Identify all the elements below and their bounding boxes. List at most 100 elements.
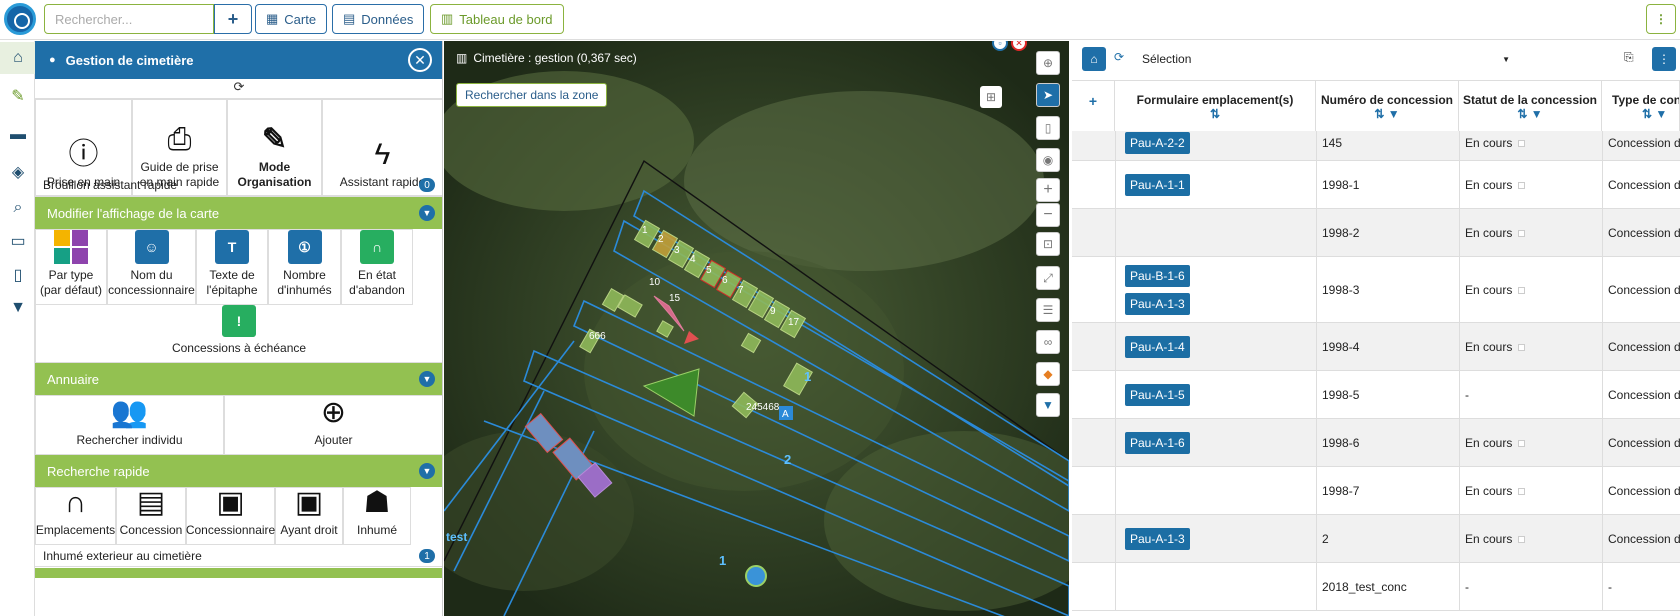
emplacement-tag[interactable]: Pau-B-1-6: [1125, 265, 1190, 287]
status-checkbox[interactable]: [1518, 230, 1525, 237]
inhume-button[interactable]: ☗ Inhumé: [343, 487, 411, 545]
emplacement-tag[interactable]: Pau-A-2-2: [1125, 132, 1190, 154]
print-icon[interactable]: ▭: [8, 231, 28, 251]
map-view[interactable]: 1 2 3 4 5 6 7 9 17 10 15 666 245468 A 1 …: [444, 41, 1069, 616]
list-icon[interactable]: ☰: [1036, 298, 1060, 322]
nombre-inhumes-button[interactable]: ① Nombre d'inhumés: [268, 229, 341, 305]
fullscreen-icon[interactable]: ⤢: [1036, 266, 1060, 290]
pointer-icon[interactable]: ➤: [1036, 83, 1060, 107]
search-input[interactable]: [44, 4, 214, 34]
cell-type: Concession de famil: [1608, 226, 1680, 240]
locate-icon[interactable]: ⊕: [1036, 51, 1060, 75]
section-annuaire-header[interactable]: Annuaire ▼: [35, 363, 442, 395]
cell-numero: 1998-6: [1322, 436, 1360, 450]
folder-icon[interactable]: ▬: [8, 125, 28, 145]
status-checkbox[interactable]: [1518, 140, 1525, 147]
cell-statut: En cours: [1465, 532, 1513, 546]
emplacements-button[interactable]: ∩ Emplacements: [35, 487, 116, 545]
app-logo[interactable]: [4, 3, 36, 35]
table-row[interactable]: Pau-A-1-6 1998-6 En cours Concession de fam…: [1072, 419, 1680, 467]
status-checkbox[interactable]: [1518, 344, 1525, 351]
layers-icon[interactable]: ◈: [8, 162, 28, 182]
map-label-245468: 245468: [746, 402, 780, 413]
tableau-de-bord-button[interactable]: ▥ Tableau de bord: [430, 4, 564, 34]
status-checkbox[interactable]: [1518, 182, 1525, 189]
add-row-button[interactable]: +: [1072, 81, 1115, 131]
ayant-droit-button[interactable]: ▣ Ayant droit: [275, 487, 343, 545]
cart-icon[interactable]: ⊞: [980, 86, 1002, 108]
cell-numero: 1998-5: [1322, 388, 1360, 402]
binoculars-icon[interactable]: ∞: [1036, 330, 1060, 354]
column-formulaire[interactable]: Formulaire emplacement(s) ⇅: [1115, 81, 1316, 131]
zoom-extent-icon[interactable]: ⊡: [1036, 232, 1060, 256]
concession-button[interactable]: ▤ Concession: [116, 487, 186, 545]
emplacement-tag[interactable]: Pau-A-1-4: [1125, 336, 1190, 358]
sort-filter-icon[interactable]: ⇅ ▼: [1316, 107, 1458, 121]
zoom-out-icon[interactable]: −: [1036, 203, 1060, 227]
section-affichage-header[interactable]: Modifier l'affichage de la carte ▼: [35, 197, 442, 229]
table-row[interactable]: 1998-7 En cours Concession de famil: [1072, 467, 1680, 515]
emplacement-tag[interactable]: Pau-A-1-5: [1125, 384, 1190, 406]
column-divider: [1115, 131, 1116, 160]
section-recherche-header[interactable]: Recherche rapide ▼: [35, 455, 442, 487]
table-row[interactable]: 1998-2 En cours Concession de famil: [1072, 209, 1680, 257]
status-checkbox[interactable]: [1518, 536, 1525, 543]
table-row[interactable]: Pau-A-2-2 145 En cours Concession de famil: [1072, 131, 1680, 161]
selection-dropdown[interactable]: Sélection ▼: [1140, 47, 1510, 71]
emplacement-tag[interactable]: Pau-A-1-6: [1125, 432, 1190, 454]
sort-filter-icon[interactable]: ⇅ ▼: [1459, 107, 1601, 121]
nom-concessionnaire-button[interactable]: ☺ Nom du concessionnaire: [107, 229, 196, 305]
status-checkbox[interactable]: [1518, 440, 1525, 447]
layers-color-icon[interactable]: ◆: [1036, 362, 1060, 386]
status-checkbox[interactable]: [1518, 287, 1525, 294]
zoom-in-icon[interactable]: +: [1036, 178, 1060, 202]
table-row[interactable]: Pau-A-1-3 2 En cours Concession de famil: [1072, 515, 1680, 563]
status-checkbox[interactable]: [1518, 488, 1525, 495]
more-vertical-icon[interactable]: ⋮: [1652, 47, 1676, 71]
column-numero[interactable]: Numéro de concession ⇅ ▼: [1316, 81, 1459, 131]
close-icon[interactable]: ✕: [408, 48, 432, 72]
column-divider: [1602, 131, 1603, 160]
sort-filter-icon[interactable]: ⇅ ▼: [1612, 107, 1679, 121]
search-zone-button[interactable]: Rechercher dans la zone: [456, 83, 608, 107]
column-statut[interactable]: Statut de la concession ⇅ ▼: [1459, 81, 1602, 131]
tombstone-icon: ∩: [360, 230, 394, 264]
table-row[interactable]: Pau-A-1-1 1998-1 En cours Concession de fam…: [1072, 161, 1680, 209]
texte-epitaphe-button[interactable]: T Texte de l'épitaphe: [196, 229, 268, 305]
emplacement-tag[interactable]: Pau-A-1-1: [1125, 174, 1190, 196]
emplacement-tag[interactable]: Pau-A-1-3: [1125, 528, 1190, 550]
inhume-exterieur-row[interactable]: Inhumé exterieur au cimetière 1: [35, 545, 442, 567]
map-book-icon[interactable]: ▯: [8, 265, 28, 285]
chart-icon: ▥: [441, 11, 454, 26]
more-menu-button[interactable]: ⋮: [1646, 4, 1676, 34]
refresh-icon[interactable]: ⟳: [35, 79, 442, 99]
donnees-button[interactable]: ▤ Données: [332, 4, 425, 34]
search-icon[interactable]: ⌕: [8, 198, 28, 218]
cemetery-icon[interactable]: ⌂: [8, 48, 28, 68]
table-row[interactable]: Pau-A-1-5 1998-5 - Concession de famil: [1072, 371, 1680, 419]
table-row[interactable]: Pau-A-1-4 1998-4 En cours Concession de fam…: [1072, 323, 1680, 371]
export-icon[interactable]: ⎘: [1624, 50, 1634, 65]
concessionnaire-button[interactable]: ▣ Concessionnaire: [186, 487, 275, 545]
carte-button[interactable]: ▦ Carte: [255, 4, 328, 34]
add-user-icon: ⊕: [320, 396, 347, 429]
rechercher-individu-button[interactable]: 👥 Rechercher individu: [35, 395, 224, 455]
sort-icon[interactable]: ⇅: [1115, 107, 1315, 121]
marker-icon[interactable]: ▼: [1036, 393, 1060, 417]
eraser-icon[interactable]: ▯: [1036, 116, 1060, 140]
add-button[interactable]: +: [214, 4, 252, 34]
measure-icon[interactable]: ◉: [1036, 148, 1060, 172]
pencil-icon[interactable]: ✎: [8, 86, 28, 106]
concessions-echeance-button[interactable]: ! Concessions à échéance: [35, 305, 442, 363]
home-icon[interactable]: ⌂: [1082, 47, 1106, 71]
table-row[interactable]: 2018_test_conc - -: [1072, 563, 1680, 611]
emplacement-tag[interactable]: Pau-A-1-3: [1125, 293, 1190, 315]
etat-abandon-button[interactable]: ∩ En état d'abandon: [341, 229, 413, 305]
refresh-icon[interactable]: ⟳: [1114, 50, 1124, 64]
table-row[interactable]: Pau-B-1-6 Pau-A-1-3 1998-3 En cours Concessi…: [1072, 257, 1680, 323]
brouillon-row[interactable]: Brouillon assistant rapide 0: [35, 174, 442, 196]
par-type-button[interactable]: Par type (par défaut): [35, 229, 107, 305]
ajouter-individu-button[interactable]: ⊕ Ajouter: [224, 395, 442, 455]
column-type[interactable]: Type de concession⇅ ▼: [1602, 81, 1680, 131]
filter-icon[interactable]: ▼: [8, 298, 28, 318]
